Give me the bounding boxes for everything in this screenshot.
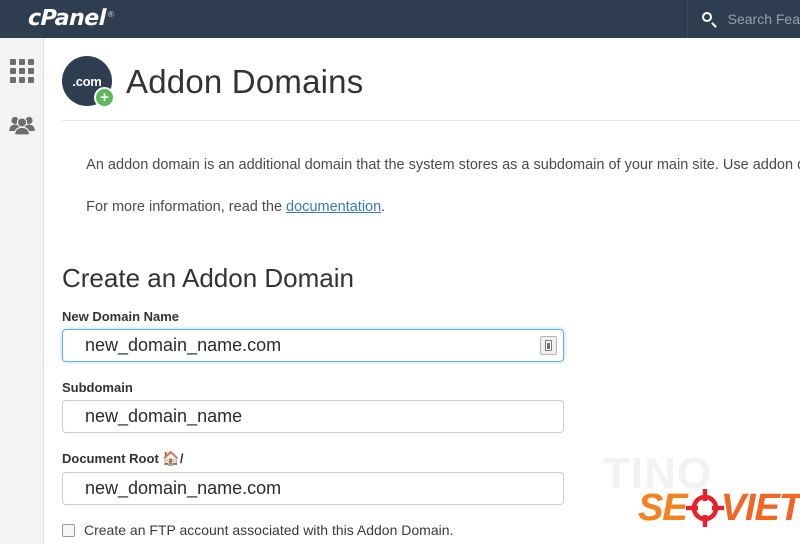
- field-label-new-domain-name: New Domain Name: [62, 309, 180, 324]
- autofill-icon-glyph: [545, 340, 552, 351]
- cpanel-logo[interactable]: cPanel®: [27, 6, 115, 31]
- search-icon-handle: [710, 21, 717, 28]
- new-domain-name-input[interactable]: [62, 329, 564, 362]
- search-icon-ring: [701, 11, 712, 22]
- field-label-subdomain: Subdomain: [62, 380, 133, 395]
- cpanel-addon-domains-page: cPanel® Search Fea .com + Addon Domains …: [0, 0, 800, 544]
- header-search-area[interactable]: Search Fea: [686, 0, 800, 38]
- watermark-logo-part1: SE: [638, 487, 688, 529]
- search-divider: [686, 0, 688, 38]
- plus-badge-icon: +: [94, 87, 115, 108]
- watermark-logo-part2: VIET: [720, 487, 800, 529]
- subdomain-input[interactable]: [62, 400, 564, 433]
- autofill-icon[interactable]: [540, 336, 557, 355]
- grid-icon: [10, 59, 34, 83]
- field-label-document-root-text: Document Root: [62, 451, 163, 466]
- page-header: .com + Addon Domains: [45, 38, 800, 110]
- field-label-document-root-suffix: /: [179, 451, 184, 466]
- input-wrap-subdomain: [62, 400, 564, 433]
- description-line-2-prefix: For more information, read the: [86, 199, 287, 215]
- header-divider: [62, 120, 800, 121]
- ftp-account-checkbox[interactable]: [62, 523, 75, 537]
- sidebar-item-tools[interactable]: [0, 48, 44, 94]
- search-icon[interactable]: [701, 11, 717, 28]
- users-icon: [8, 113, 36, 137]
- home-icon: 🏠: [162, 451, 180, 467]
- page-description: An addon domain is an additional domain …: [62, 134, 800, 239]
- documentation-link[interactable]: documentation: [286, 199, 381, 215]
- description-line-1: An addon domain is an additional domain …: [86, 157, 800, 173]
- left-sidebar: [0, 38, 44, 544]
- section-title: Create an Addon Domain: [62, 263, 354, 293]
- top-header-bar: cPanel® Search Fea: [0, 0, 800, 38]
- sidebar-item-user-manager[interactable]: [0, 102, 44, 148]
- description-line-2-suffix: .: [381, 199, 386, 215]
- cpanel-trademark: ®: [106, 9, 115, 19]
- dotcom-icon: .com +: [62, 56, 115, 108]
- field-subdomain: Subdomain: [62, 380, 800, 433]
- crosshair-icon: [685, 488, 725, 528]
- ftp-account-checkbox-label: Create an FTP account associated with th…: [84, 522, 454, 538]
- field-new-domain-name: New Domain Name: [62, 309, 800, 362]
- input-wrap-new-domain-name: [62, 329, 564, 362]
- page-title: Addon Domains: [126, 62, 364, 100]
- watermark-logo: SE VIET: [638, 488, 800, 528]
- search-input[interactable]: Search Fea: [728, 11, 800, 27]
- cpanel-logo-text: cPanel: [27, 6, 107, 31]
- document-root-input[interactable]: [62, 472, 564, 505]
- input-wrap-document-root: [62, 472, 564, 505]
